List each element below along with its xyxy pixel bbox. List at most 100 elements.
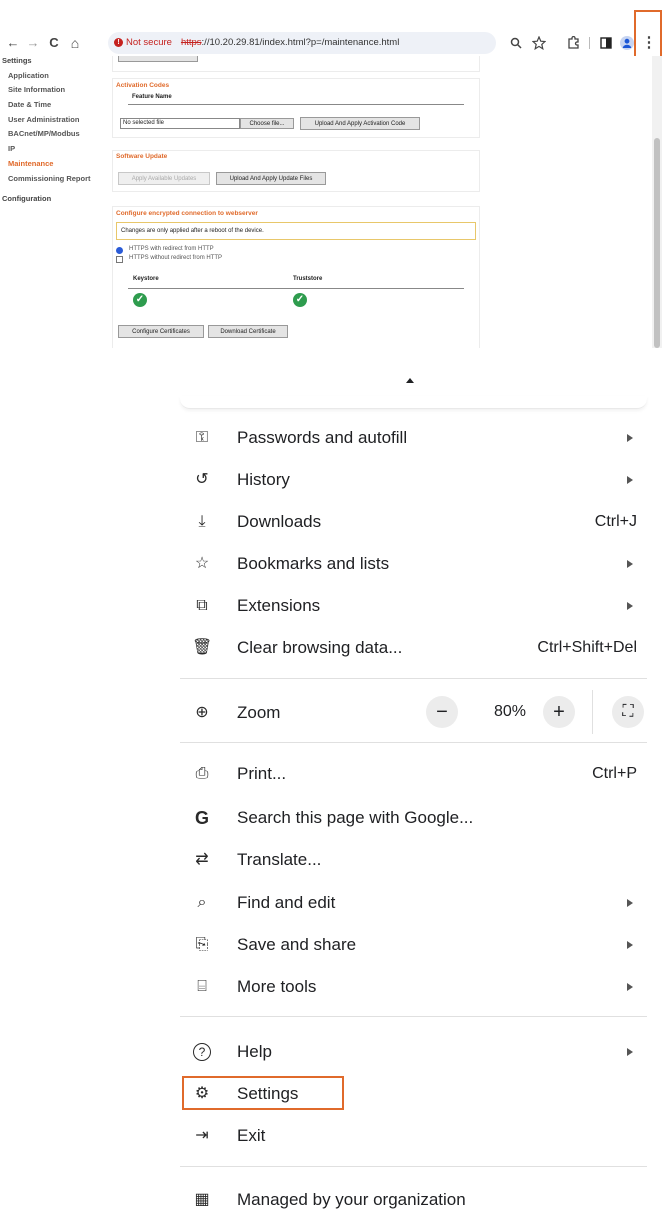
sidebar-item-commissioning-report[interactable]: Commissioning Report — [8, 174, 91, 183]
print-shortcut: Ctrl+P — [592, 765, 637, 782]
url-text: ://10.20.29.81/index.html?p=/maintenance… — [201, 37, 400, 48]
activation-title: Activation Codes — [116, 82, 170, 89]
menu-item-managed[interactable]: ▦ Managed by your organization — [180, 1183, 647, 1217]
warning-icon: ! — [114, 37, 123, 47]
menu-item-passwords[interactable]: ⚿ Passwords and autofill — [180, 421, 647, 455]
profile-avatar[interactable] — [620, 36, 634, 50]
chevron-right-icon — [627, 560, 633, 568]
key-icon: ⚿ — [195, 429, 209, 446]
menu-item-find-edit[interactable]: ⌕ Find and edit — [180, 886, 647, 920]
zoom-level: 80% — [494, 703, 527, 720]
menu-item-downloads[interactable]: ⤓ Downloads Ctrl+J — [180, 505, 647, 539]
zoom-out-button[interactable]: − — [426, 696, 458, 728]
forward-icon[interactable]: → — [24, 30, 42, 56]
choose-file-button[interactable]: Choose file... — [240, 118, 294, 129]
reload-icon[interactable]: C — [45, 30, 63, 56]
download-certificate-button[interactable]: Download Certificate — [208, 325, 288, 338]
sidebar-item-configuration[interactable]: Configuration — [2, 194, 51, 203]
exit-icon: ⇥ — [195, 1127, 209, 1144]
web-page: Settings Application Site Information Da… — [0, 56, 662, 348]
trash-icon: 🗑 — [192, 639, 213, 656]
keystore-ok-icon: ✓ — [133, 293, 147, 307]
menu-item-more-tools[interactable]: ⌸ More tools — [180, 970, 647, 1004]
sidebar-item-ip[interactable]: IP — [8, 144, 15, 153]
toolbar-divider — [589, 37, 590, 49]
truststore-ok-icon: ✓ — [293, 293, 307, 307]
menu-item-translate[interactable]: ⇄ Translate... — [180, 843, 647, 877]
address-bar[interactable]: ! Not secure https://10.20.29.81/index.htm… — [108, 32, 496, 54]
save-icon: ⎘ — [195, 936, 209, 953]
menu-item-history[interactable]: ↺ History — [180, 463, 647, 497]
toolbox-icon: ⌸ — [197, 978, 207, 995]
file-input[interactable]: No selected file — [120, 118, 240, 129]
keystore-header: Keystore — [133, 276, 159, 282]
settings-highlight — [182, 1076, 344, 1110]
menu-item-zoom: ⊕ Zoom — [180, 695, 647, 731]
feature-name-header: Feature Name — [132, 94, 172, 100]
cert-header-rule — [128, 288, 464, 289]
back-icon[interactable]: ← — [4, 30, 22, 56]
sidebar-item-settings[interactable]: Settings — [2, 56, 32, 65]
radio-no-redirect[interactable] — [116, 256, 123, 263]
menu-item-search-google[interactable]: G Search this page with Google... — [180, 801, 647, 835]
sidebar-item-maintenance[interactable]: Maintenance — [8, 159, 53, 168]
zoom-indicator-icon[interactable] — [510, 37, 522, 49]
option-redirect-label: HTTPS with redirect from HTTP — [129, 246, 214, 252]
zoom-divider — [592, 690, 593, 734]
chevron-right-icon — [627, 434, 633, 442]
previous-button[interactable] — [118, 56, 198, 62]
reboot-notice: Changes are only applied after a reboot … — [116, 222, 476, 240]
menu-item-help[interactable]: ? Help — [180, 1035, 647, 1069]
side-panel-icon[interactable] — [600, 37, 612, 49]
downloads-shortcut: Ctrl+J — [594, 513, 637, 530]
menu-item-print[interactable]: ⎙ Print... Ctrl+P — [180, 757, 647, 791]
software-update-title: Software Update — [116, 153, 168, 160]
chevron-right-icon — [627, 1048, 633, 1056]
upload-update-files-button[interactable]: Upload And Apply Update Files — [216, 172, 326, 185]
person-icon — [622, 38, 632, 48]
encryption-title: Configure encrypted connection to webser… — [116, 210, 258, 217]
not-secure-badge[interactable]: ! Not secure — [114, 37, 172, 48]
menu-separator — [180, 742, 647, 743]
bookmark-star-icon[interactable] — [532, 36, 546, 50]
menu-item-clear-browsing-data[interactable]: 🗑 Clear browsing data... Ctrl+Shift+Del — [180, 631, 647, 665]
apply-updates-button[interactable]: Apply Available Updates — [118, 172, 210, 185]
clear-shortcut: Ctrl+Shift+Del — [537, 639, 637, 656]
upload-activation-code-button[interactable]: Upload And Apply Activation Code — [300, 117, 420, 130]
home-icon[interactable]: ⌂ — [66, 30, 84, 56]
menu-separator — [180, 1166, 647, 1167]
translate-icon: ⇄ — [195, 851, 209, 868]
url-scheme: https — [180, 37, 202, 48]
printer-icon: ⎙ — [195, 765, 209, 782]
browser-toolbar: ← → C ⌂ ! Not secure https://10.20.29.81/i… — [0, 30, 662, 56]
google-icon: G — [194, 808, 209, 828]
option-no-redirect-label: HTTPS without redirect from HTTP — [129, 255, 223, 261]
menu-item-exit[interactable]: ⇥ Exit — [180, 1119, 647, 1153]
extensions-icon[interactable] — [566, 36, 580, 50]
sidebar-item-bacnet[interactable]: BACnet/MP/Modbus — [8, 129, 80, 138]
truststore-header: Truststore — [293, 276, 323, 282]
sidebar-item-user-administration[interactable]: User Administration — [8, 115, 79, 124]
chevron-right-icon — [627, 602, 633, 610]
history-icon: ↺ — [195, 471, 209, 488]
radio-redirect[interactable] — [116, 247, 123, 254]
download-icon: ⤓ — [198, 513, 206, 530]
building-icon: ▦ — [194, 1191, 210, 1208]
menu-item-bookmarks[interactable]: ☆ Bookmarks and lists — [180, 547, 647, 581]
zoom-in-button[interactable]: + — [543, 696, 575, 728]
scrollbar-thumb[interactable] — [654, 138, 660, 348]
header-rule — [128, 104, 464, 105]
menu-item-save-share[interactable]: ⎘ Save and share — [180, 928, 647, 962]
menu-item-extensions[interactable]: ⧉ Extensions — [180, 589, 647, 623]
sidebar-item-site-information[interactable]: Site Information — [8, 85, 65, 94]
find-icon: ⌕ — [197, 894, 207, 911]
puzzle-icon: ⧉ — [196, 597, 208, 614]
fullscreen-button[interactable]: ⛶ — [612, 696, 644, 728]
chevron-right-icon — [627, 476, 633, 484]
chevron-right-icon — [627, 941, 633, 949]
help-icon: ? — [193, 1043, 211, 1061]
configure-certificates-button[interactable]: Configure Certificates — [118, 325, 204, 338]
sidebar-item-application[interactable]: Application — [8, 71, 49, 80]
menu-separator — [180, 678, 647, 679]
sidebar-item-date-time[interactable]: Date & Time — [8, 100, 51, 109]
